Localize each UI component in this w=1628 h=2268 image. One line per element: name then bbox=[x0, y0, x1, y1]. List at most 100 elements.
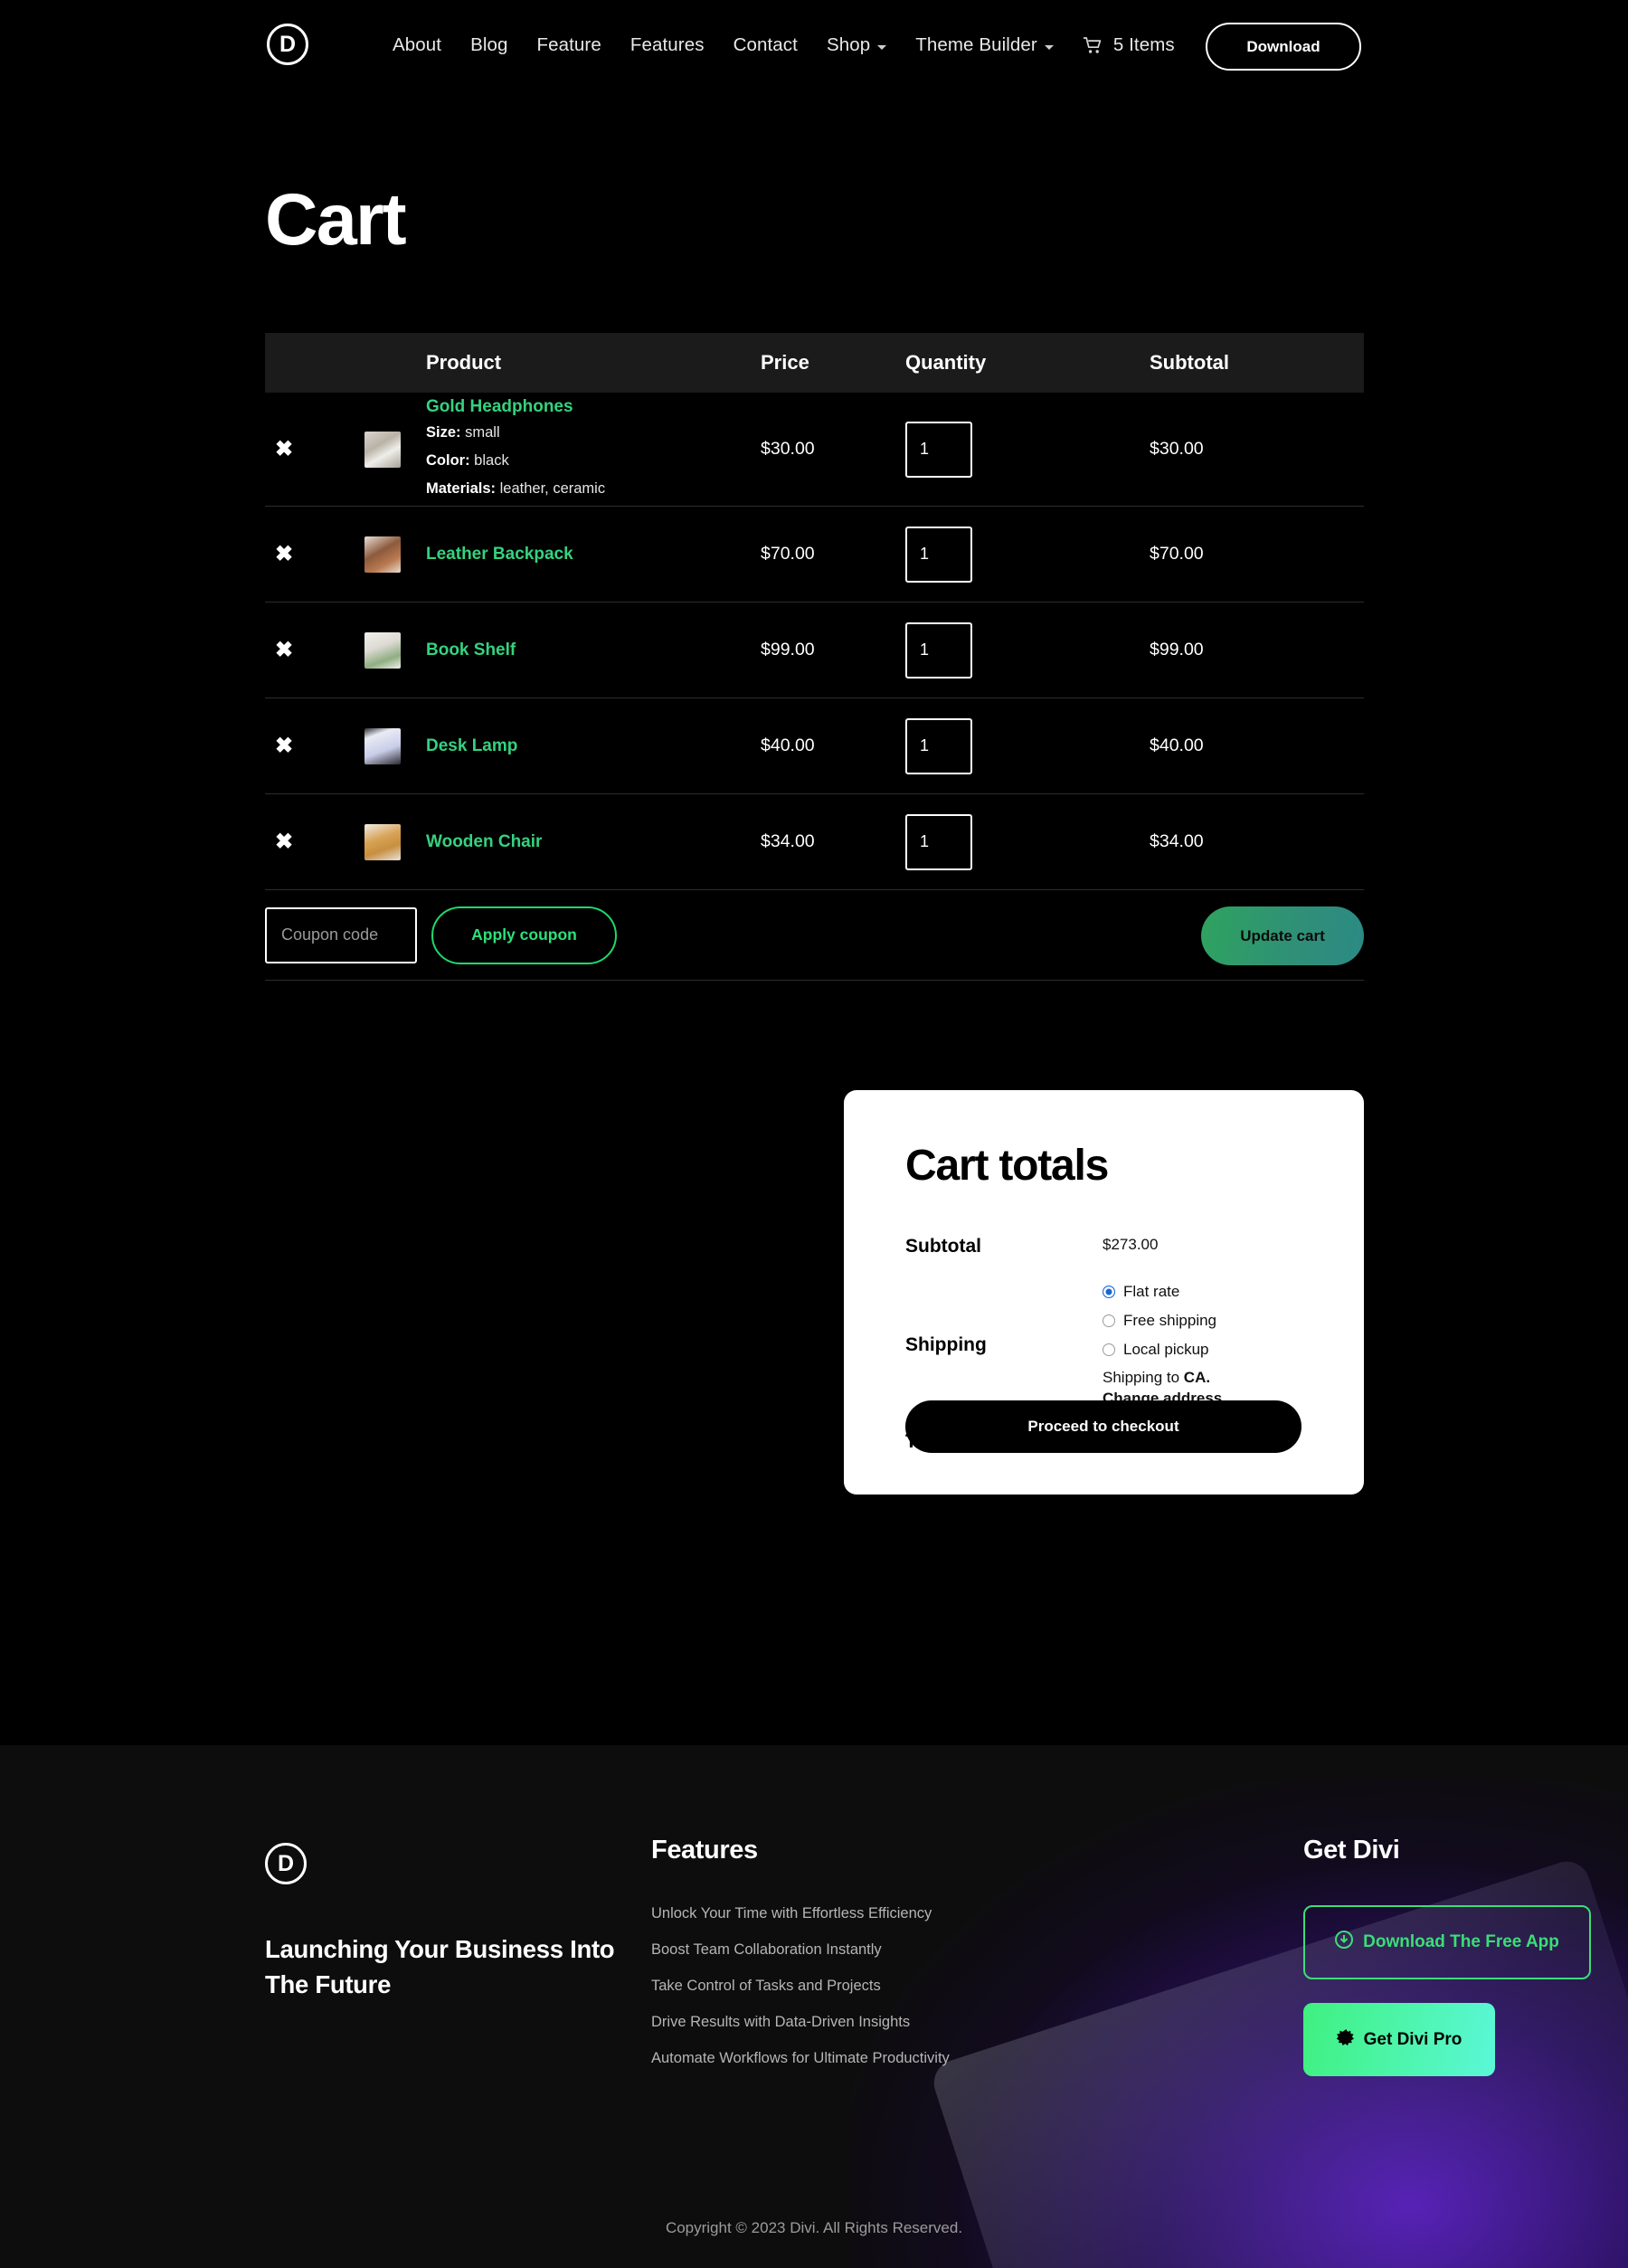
product-thumbnail[interactable] bbox=[364, 536, 401, 573]
shopping-cart-icon bbox=[1083, 36, 1103, 54]
cart-table: Product Price Quantity Subtotal ✖ Gold He… bbox=[265, 333, 1364, 981]
nav-link-feature[interactable]: Feature bbox=[523, 34, 616, 56]
nav-link-contact[interactable]: Contact bbox=[719, 34, 812, 56]
nav-link-label: Blog bbox=[470, 34, 508, 55]
footer-feature-link[interactable]: Drive Results with Data-Driven Insights bbox=[651, 2014, 1013, 2031]
nav-link-label: Features bbox=[629, 34, 705, 55]
nav-link-label: Theme Builder bbox=[915, 34, 1037, 55]
product-name-link[interactable]: Leather Backpack bbox=[426, 545, 761, 565]
product-price: $99.00 bbox=[761, 640, 815, 660]
quantity-input[interactable]: 1 bbox=[905, 813, 972, 870]
footer-feature-link[interactable]: Take Control of Tasks and Projects bbox=[651, 1978, 1013, 1995]
update-cart-button[interactable]: Update cart bbox=[1201, 906, 1364, 965]
product-name-link[interactable]: Wooden Chair bbox=[426, 832, 761, 852]
radio-button-icon[interactable] bbox=[1103, 1314, 1115, 1327]
chevron-down-icon bbox=[877, 44, 887, 50]
product-subtotal: $30.00 bbox=[1150, 439, 1204, 459]
header-download-button[interactable]: Download bbox=[1206, 23, 1361, 71]
nav-link-features[interactable]: Features bbox=[616, 34, 719, 56]
shipping-options: Flat rate Free shipping Local pickup bbox=[1103, 1283, 1222, 1359]
shipping-to-place: CA. bbox=[1183, 1369, 1211, 1386]
product-subtotal: $40.00 bbox=[1150, 735, 1204, 755]
nav-link-theme-builder[interactable]: Theme Builder bbox=[901, 34, 1068, 56]
radio-button-icon[interactable] bbox=[1103, 1286, 1115, 1298]
shipping-option-label: Local pickup bbox=[1123, 1341, 1209, 1358]
shipping-option-label: Free shipping bbox=[1123, 1312, 1217, 1329]
cart-item-count: 5 Items bbox=[1112, 34, 1175, 55]
footer-features-heading: Features bbox=[651, 1836, 758, 1865]
product-attribute: Color: black bbox=[426, 449, 761, 473]
product-name-link[interactable]: Gold Headphones bbox=[426, 397, 761, 417]
site-logo[interactable]: D bbox=[267, 24, 308, 65]
cart-table-row: ✖ Wooden Chair $34.00 1 $34.00 bbox=[265, 794, 1364, 890]
site-footer: D Launching Your Business Into The Futur… bbox=[0, 1745, 1628, 2268]
product-subtotal: $99.00 bbox=[1150, 640, 1204, 660]
footer-diagonal-shade bbox=[0, 2236, 677, 2268]
remove-item-button[interactable]: ✖ bbox=[265, 542, 293, 566]
nav-link-shop[interactable]: Shop bbox=[812, 34, 901, 56]
shipping-option[interactable]: Free shipping bbox=[1103, 1312, 1222, 1330]
remove-item-button[interactable]: ✖ bbox=[265, 734, 293, 758]
quantity-input[interactable]: 1 bbox=[905, 717, 972, 774]
nav-link-label: Shop bbox=[826, 34, 871, 55]
nav-cart-link[interactable]: 5 Items bbox=[1068, 34, 1189, 56]
product-thumbnail[interactable] bbox=[364, 823, 401, 860]
header-product: Product bbox=[426, 351, 502, 374]
product-thumbnail[interactable] bbox=[364, 631, 401, 669]
footer-brand-column: D Launching Your Business Into The Futur… bbox=[265, 1843, 627, 2002]
coupon-code-input[interactable]: Coupon code bbox=[265, 906, 417, 963]
divi-logo-icon: D bbox=[267, 24, 308, 65]
cart-table-row: ✖ Book Shelf $99.00 1 $99.00 bbox=[265, 603, 1364, 698]
product-thumbnail[interactable] bbox=[364, 727, 401, 764]
quantity-input[interactable]: 1 bbox=[905, 622, 972, 679]
subtotal-row: Subtotal $273.00 bbox=[905, 1236, 1302, 1257]
cart-table-row: ✖ Desk Lamp $40.00 1 $40.00 bbox=[265, 698, 1364, 794]
footer-feature-link[interactable]: Boost Team Collaboration Instantly bbox=[651, 1941, 1013, 1959]
footer-features-list: Unlock Your Time with Effortless Efficie… bbox=[651, 1905, 1013, 2067]
shipping-label: Shipping bbox=[905, 1333, 987, 1355]
download-arrow-icon bbox=[1335, 1931, 1354, 1954]
apply-coupon-button[interactable]: Apply coupon bbox=[431, 906, 617, 964]
quantity-input[interactable]: 1 bbox=[905, 421, 972, 478]
nav-link-label: Contact bbox=[733, 34, 798, 55]
shipping-row: Shipping Flat rate Free shipping Local pic… bbox=[905, 1283, 1302, 1408]
proceed-to-checkout-button[interactable]: Proceed to checkout bbox=[905, 1400, 1301, 1453]
shipping-option[interactable]: Local pickup bbox=[1103, 1341, 1222, 1359]
cart-table-body: ✖ Gold Headphones Size: small Color: black M… bbox=[265, 393, 1364, 890]
shipping-option[interactable]: Flat rate bbox=[1103, 1283, 1222, 1301]
nav-link-label: About bbox=[393, 34, 442, 55]
product-attribute-key: Size: bbox=[426, 424, 461, 441]
nav-link-blog[interactable]: Blog bbox=[456, 34, 522, 56]
product-attribute-key: Materials: bbox=[426, 479, 497, 497]
remove-item-button[interactable]: ✖ bbox=[265, 638, 293, 662]
cart-table-header: Product Price Quantity Subtotal bbox=[265, 333, 1364, 393]
product-attribute-key: Color: bbox=[426, 452, 470, 470]
remove-item-button[interactable]: ✖ bbox=[265, 437, 293, 461]
product-name-link[interactable]: Desk Lamp bbox=[426, 736, 761, 756]
download-free-app-label: Download The Free App bbox=[1363, 1932, 1559, 1951]
product-attribute-value: small bbox=[465, 424, 500, 441]
radio-button-icon[interactable] bbox=[1103, 1343, 1115, 1356]
subtotal-value: $273.00 bbox=[1103, 1236, 1159, 1253]
cart-table-row: ✖ Gold Headphones Size: small Color: black M… bbox=[265, 393, 1364, 507]
product-subtotal: $34.00 bbox=[1150, 831, 1204, 851]
footer-feature-link[interactable]: Automate Workflows for Ultimate Producti… bbox=[651, 2050, 1013, 2067]
remove-item-button[interactable]: ✖ bbox=[265, 830, 293, 854]
product-name-link[interactable]: Book Shelf bbox=[426, 641, 761, 660]
coupon-row: Coupon code Apply coupon Update cart bbox=[265, 890, 1364, 981]
header-quantity: Quantity bbox=[905, 351, 987, 374]
product-attribute-value: leather, ceramic bbox=[499, 479, 606, 497]
footer-divi-logo-icon[interactable]: D bbox=[265, 1843, 307, 1884]
nav-links: About Blog Feature Features Contact Shop Theme… bbox=[378, 34, 1189, 56]
footer-tagline: Launching Your Business Into The Future bbox=[265, 1935, 615, 1999]
top-navigation-bar: D About Blog Feature Features Contact Shop The… bbox=[0, 0, 1628, 98]
nav-link-about[interactable]: About bbox=[378, 34, 456, 56]
footer-feature-link[interactable]: Unlock Your Time with Effortless Efficie… bbox=[651, 1905, 1013, 1922]
download-free-app-button[interactable]: Download The Free App bbox=[1303, 1905, 1591, 1979]
footer-get-divi-heading: Get Divi bbox=[1303, 1836, 1400, 1865]
product-price: $30.00 bbox=[761, 439, 815, 459]
quantity-input[interactable]: 1 bbox=[905, 526, 972, 583]
product-thumbnail[interactable] bbox=[364, 431, 401, 468]
header-price: Price bbox=[761, 351, 809, 374]
get-divi-pro-button[interactable]: Get Divi Pro bbox=[1303, 2003, 1495, 2076]
